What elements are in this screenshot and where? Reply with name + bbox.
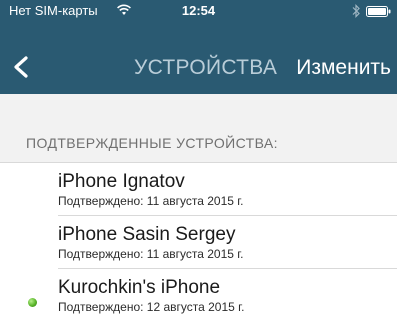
bluetooth-icon — [352, 4, 360, 18]
device-name: Kurochkin's iPhone — [58, 277, 221, 298]
device-list: iPhone Ignatov Подтверждено: 11 августа … — [0, 162, 397, 316]
content-area: ПОДТВЕРЖДЕННЫЕ УСТРОЙСТВА: iPhone Ignato… — [0, 94, 397, 316]
list-item[interactable]: Kurochkin's iPhone Подтверждено: 12 авгу… — [0, 269, 397, 321]
online-status-icon — [28, 298, 37, 307]
device-confirmed-date: Подтверждено: 11 августа 2015 г. — [58, 247, 244, 261]
top-bar: Нет SIM-карты 12:54 УСТРОЙСТВА Изменить — [0, 0, 397, 94]
list-item[interactable]: iPhone Sasin Sergey Подтверждено: 11 авг… — [0, 216, 397, 268]
navigation-bar: УСТРОЙСТВА Изменить — [0, 22, 397, 94]
edit-button[interactable]: Изменить — [296, 56, 391, 80]
section-header: ПОДТВЕРЖДЕННЫЕ УСТРОЙСТВА: — [26, 135, 278, 151]
battery-icon — [366, 6, 391, 17]
page-title: УСТРОЙСТВА — [134, 56, 278, 79]
list-item[interactable]: iPhone Ignatov Подтверждено: 11 августа … — [0, 163, 397, 215]
device-confirmed-date: Подтверждено: 12 августа 2015 г. — [58, 300, 245, 314]
device-name: iPhone Ignatov — [58, 171, 185, 192]
status-time: 12:54 — [181, 3, 216, 18]
device-name: iPhone Sasin Sergey — [58, 224, 236, 245]
status-bar: Нет SIM-карты 12:54 — [0, 0, 397, 22]
device-confirmed-date: Подтверждено: 11 августа 2015 г. — [58, 194, 244, 208]
back-button[interactable] — [12, 56, 30, 78]
